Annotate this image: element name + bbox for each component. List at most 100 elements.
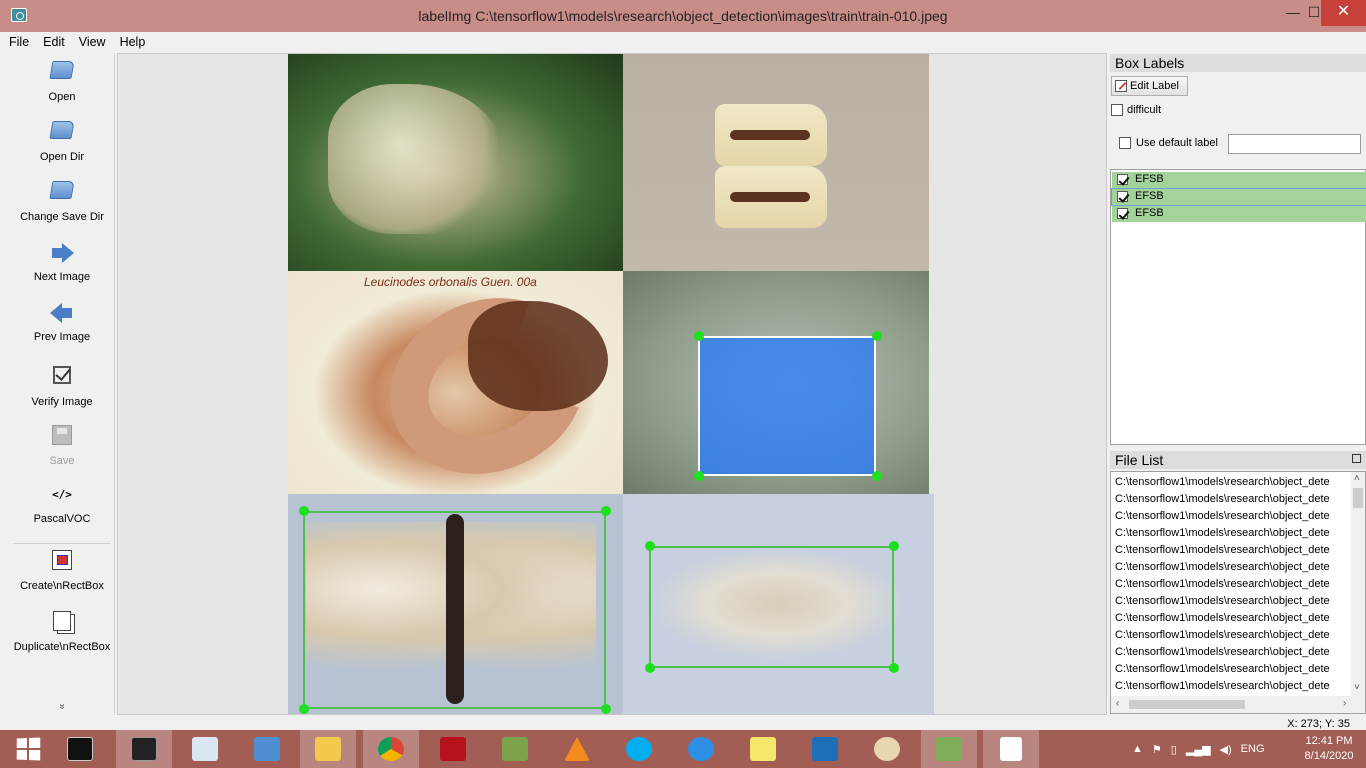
scroll-left-icon[interactable]: ‹ [1116,698,1119,709]
tray-expand-icon[interactable]: ▲ [1132,743,1143,755]
sticky-notes-icon [750,737,776,761]
file-list-item[interactable]: C:\tensorflow1\models\research\object_de… [1115,627,1351,644]
menu-help[interactable]: Help [120,35,146,49]
scroll-up-icon[interactable]: ˄ [1354,473,1360,484]
file-list-item[interactable]: C:\tensorflow1\models\research\object_de… [1115,559,1351,576]
open-button[interactable]: Open [9,61,115,103]
duplicate-rectbox-button[interactable]: Duplicate\nRectBox [9,609,115,653]
label-list-item[interactable]: EFSB [1112,206,1366,222]
taskbar-autocad[interactable] [425,730,481,768]
change-save-dir-button[interactable]: Change Save Dir [9,181,115,223]
box-vertex[interactable] [299,704,309,714]
taskbar-skype[interactable] [611,730,667,768]
taskbar-remote-desktop[interactable] [239,730,295,768]
taskbar-paint[interactable] [859,730,915,768]
file-list-horizontal-scrollbar[interactable]: ‹ › [1111,696,1365,713]
scroll-right-icon[interactable]: › [1343,698,1346,709]
image-canvas[interactable]: Leucinodes orbonalis Guen. 00a [117,53,1107,715]
taskbar-sync[interactable] [673,730,729,768]
menu-file[interactable]: File [9,35,29,49]
box-vertex[interactable] [299,506,309,516]
prev-image-button[interactable]: Prev Image [9,301,115,343]
bounding-box[interactable] [303,511,606,709]
box-vertex[interactable] [872,331,882,341]
taskbar-file-explorer[interactable] [300,730,356,768]
taskbar-chrome[interactable] [363,730,419,768]
taskbar-vlc[interactable] [549,730,605,768]
taskbar-notepad[interactable] [983,730,1039,768]
file-list-item[interactable]: C:\tensorflow1\models\research\object_de… [1115,593,1351,610]
signal-icon[interactable]: ▂▄▆ [1186,743,1211,756]
file-list-item[interactable]: C:\tensorflow1\models\research\object_de… [1115,576,1351,593]
windows-icon [16,737,41,761]
save-button[interactable]: Save [9,423,115,467]
label-visible-checkbox[interactable] [1117,191,1128,202]
toolbar-overflow-chevron-icon[interactable]: » [56,704,67,710]
prev-image-label: Prev Image [33,331,91,343]
file-list[interactable]: C:\tensorflow1\models\research\object_de… [1110,471,1366,714]
file-list-item[interactable]: C:\tensorflow1\models\research\object_de… [1115,661,1351,678]
file-list-vertical-scrollbar[interactable]: ˄ ˅ [1351,472,1365,696]
language-indicator[interactable]: ENG [1241,743,1265,755]
create-rectbox-button[interactable]: Create\nRectBox [9,548,115,592]
box-vertex[interactable] [694,331,704,341]
scroll-down-icon[interactable]: ˅ [1354,682,1360,693]
menu-edit[interactable]: Edit [43,35,65,49]
default-label-input[interactable] [1228,134,1361,154]
file-list-item[interactable]: C:\tensorflow1\models\research\object_de… [1115,525,1351,542]
use-default-label-checkbox[interactable] [1119,137,1131,149]
code-icon: </> [52,488,72,501]
taskbar-performance-monitor[interactable] [177,730,233,768]
folder-icon [49,121,75,145]
box-vertex[interactable] [645,541,655,551]
bounding-box-selected[interactable] [698,336,876,476]
box-vertex[interactable] [889,541,899,551]
battery-icon[interactable]: ▯ [1171,743,1177,756]
file-list-item[interactable]: C:\tensorflow1\models\research\object_de… [1115,610,1351,627]
taskbar-cmd[interactable] [52,730,108,768]
dock-float-icon[interactable] [1352,454,1361,463]
box-vertex[interactable] [889,663,899,673]
close-button[interactable]: ✕ [1321,0,1366,26]
box-vertex[interactable] [601,704,611,714]
label-visible-checkbox[interactable] [1117,208,1128,219]
box-vertex[interactable] [645,663,655,673]
file-list-item[interactable]: C:\tensorflow1\models\research\object_de… [1115,542,1351,559]
taskbar-network-tool[interactable] [487,730,543,768]
label-list-item[interactable]: EFSB [1111,188,1366,206]
start-button[interactable] [0,730,56,768]
box-vertex[interactable] [601,506,611,516]
box-vertex[interactable] [694,471,704,481]
label-list-item[interactable]: EFSB [1112,172,1366,188]
labels-list[interactable]: EFSB EFSB EFSB [1110,169,1366,445]
menu-view[interactable]: View [79,35,106,49]
taskbar-terminal[interactable] [116,730,172,768]
cursor-coordinates: X: 273; Y: 35 [1287,718,1350,730]
taskbar-sticky-notes[interactable] [735,730,791,768]
file-list-item[interactable]: C:\tensorflow1\models\research\object_de… [1115,508,1351,525]
file-list-item[interactable]: C:\tensorflow1\models\research\object_de… [1115,474,1351,491]
file-list-item[interactable]: C:\tensorflow1\models\research\object_de… [1115,678,1351,695]
volume-icon[interactable]: ◀) [1220,743,1232,756]
toolbar-separator [13,543,111,544]
verify-image-label: Verify Image [31,396,93,408]
box-vertex[interactable] [872,471,882,481]
taskbar-clock[interactable]: 12:41 PM 8/14/2020 [1296,734,1362,764]
label-visible-checkbox[interactable] [1117,174,1128,185]
file-list-item[interactable]: C:\tensorflow1\models\research\object_de… [1115,644,1351,661]
bounding-box[interactable] [649,546,894,668]
taskbar-virtualbox[interactable] [797,730,853,768]
format-button[interactable]: </> PascalVOC [9,483,115,525]
difficult-label: difficult [1127,104,1162,116]
taskbar-labelimg[interactable] [921,730,977,768]
edit-label-button[interactable]: Edit Label [1111,76,1188,96]
action-center-icon[interactable]: ⚑ [1152,743,1162,756]
file-list-item[interactable]: C:\tensorflow1\models\research\object_de… [1115,491,1351,508]
scrollbar-thumb[interactable] [1129,700,1245,709]
next-image-button[interactable]: Next Image [9,241,115,283]
open-dir-button[interactable]: Open Dir [9,121,115,163]
difficult-checkbox[interactable] [1111,104,1123,116]
scrollbar-thumb[interactable] [1353,488,1363,508]
verify-image-button[interactable]: Verify Image [9,363,115,408]
notepad-icon [1000,737,1022,761]
